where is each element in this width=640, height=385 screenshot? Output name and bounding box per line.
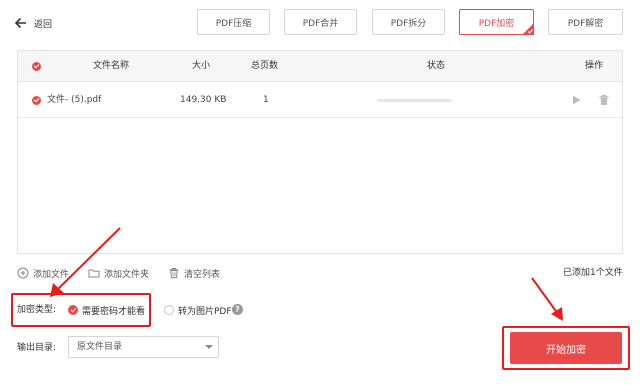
option-password-radio[interactable]: 需要密码才能看 bbox=[68, 302, 145, 318]
row-file-size: 149.30 KB bbox=[180, 95, 227, 105]
row-page-count: 1 bbox=[263, 95, 269, 105]
row-progress-bar bbox=[377, 99, 452, 102]
encrypt-type-label: 加密类型: bbox=[17, 305, 57, 315]
column-actions: 操作 bbox=[585, 61, 604, 71]
option-image-pdf-radio[interactable]: 转为图片PDF bbox=[164, 302, 232, 318]
tab-pdf-compress[interactable]: PDF压缩 bbox=[197, 9, 270, 35]
checkmark-corner-icon bbox=[522, 23, 534, 35]
column-size: 大小 bbox=[192, 61, 211, 71]
file-table: 文件名称 大小 总页数 状态 操作 文件- (5).pdf 149.30 KB … bbox=[17, 50, 623, 254]
clear-list-label: 清空列表 bbox=[184, 269, 221, 280]
table-header: 文件名称 大小 总页数 状态 操作 bbox=[18, 51, 622, 82]
output-dir-label: 输出目录: bbox=[17, 343, 57, 353]
annotation-arrow-right bbox=[531, 277, 563, 321]
row-file-name: 文件- (5).pdf bbox=[47, 95, 102, 105]
back-button[interactable]: 返回 bbox=[14, 14, 52, 32]
option-password-label: 需要密码才能看 bbox=[82, 306, 146, 317]
select-all-checkbox[interactable] bbox=[32, 62, 41, 71]
trash-icon bbox=[169, 268, 179, 279]
radio-unchecked-icon bbox=[164, 305, 174, 315]
add-file-label: 添加文件 bbox=[33, 269, 70, 280]
arrow-left-icon bbox=[14, 17, 26, 29]
add-folder-label: 添加文件夹 bbox=[104, 269, 150, 280]
tab-pdf-encrypt-label: PDF加密 bbox=[478, 18, 515, 29]
tab-pdf-split[interactable]: PDF拆分 bbox=[372, 9, 445, 35]
back-label: 返回 bbox=[34, 19, 53, 30]
add-file-button[interactable]: 添加文件 bbox=[17, 264, 69, 282]
start-encrypt-button[interactable]: 开始加密 bbox=[510, 332, 622, 364]
column-pages: 总页数 bbox=[251, 61, 279, 71]
column-name: 文件名称 bbox=[93, 61, 130, 71]
tab-pdf-decrypt[interactable]: PDF解密 bbox=[548, 9, 623, 35]
tab-pdf-merge[interactable]: PDF合并 bbox=[284, 9, 357, 35]
chevron-down-icon bbox=[205, 345, 213, 349]
output-dir-value: 原文件目录 bbox=[77, 342, 123, 352]
tab-pdf-encrypt[interactable]: PDF加密 bbox=[459, 9, 534, 35]
help-icon[interactable]: ? bbox=[232, 304, 243, 315]
top-bar: 返回 PDF压缩 PDF合并 PDF拆分 PDF加密 PDF解密 bbox=[0, 0, 640, 44]
table-row[interactable]: 文件- (5).pdf 149.30 KB 1 bbox=[18, 82, 622, 118]
folder-add-icon bbox=[88, 269, 100, 278]
radio-checked-icon bbox=[68, 305, 78, 315]
play-icon[interactable] bbox=[570, 94, 582, 106]
add-folder-button[interactable]: 添加文件夹 bbox=[88, 264, 149, 282]
option-image-pdf-label: 转为图片PDF bbox=[178, 306, 232, 317]
row-checkbox[interactable] bbox=[32, 96, 41, 105]
column-status: 状态 bbox=[427, 61, 446, 71]
output-dir-select[interactable]: 原文件目录 bbox=[68, 336, 219, 358]
add-circle-icon bbox=[17, 267, 29, 279]
clear-list-button[interactable]: 清空列表 bbox=[168, 264, 220, 282]
trash-icon[interactable] bbox=[598, 94, 610, 106]
file-count-status: 已添加1个文件 bbox=[563, 268, 623, 278]
